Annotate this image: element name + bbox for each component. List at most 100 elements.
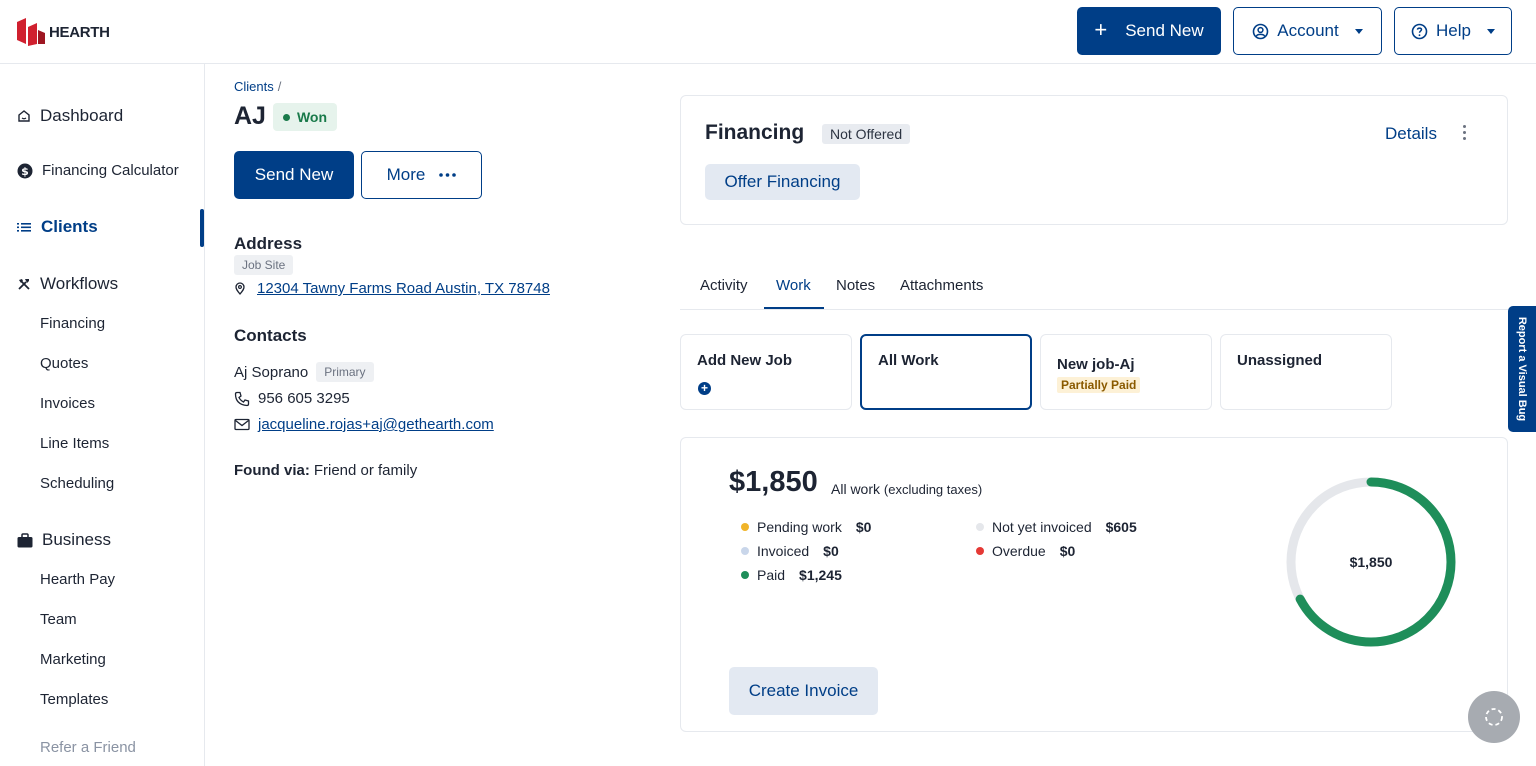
legend-label: Not yet invoiced	[992, 519, 1092, 535]
screenshot-fab[interactable]	[1468, 691, 1520, 743]
financing-card: Financing Not Offered Details Offer Fina…	[680, 95, 1508, 225]
sidebar-item-dashboard[interactable]: Dashboard	[17, 106, 123, 126]
tab-attachments[interactable]: Attachments	[900, 277, 983, 294]
create-invoice-button[interactable]: Create Invoice	[729, 667, 878, 715]
sidebar-item-hearth-pay[interactable]: Hearth Pay	[40, 571, 115, 588]
chevron-down-icon	[1486, 28, 1495, 34]
active-tab-underline	[764, 307, 824, 309]
unassigned-card[interactable]: Unassigned	[1220, 334, 1392, 410]
more-button-label: More	[386, 165, 426, 184]
sidebar-item-label: Dashboard	[40, 106, 124, 125]
offer-financing-button[interactable]: Offer Financing	[705, 164, 860, 200]
legend-value: $0	[1059, 543, 1076, 559]
job-card[interactable]: New job-Aj Partially Paid	[1040, 334, 1212, 410]
financing-title: Financing	[705, 121, 805, 144]
sidebar-item-team[interactable]: Team	[40, 611, 77, 628]
legend-pending-work: Pending work $0	[741, 519, 871, 535]
total-label-text: All work	[831, 481, 881, 497]
list-icon	[17, 223, 31, 232]
account-label: Account	[1277, 21, 1339, 40]
sidebar-item-label: Clients	[41, 217, 98, 236]
help-button[interactable]: Help	[1394, 7, 1512, 55]
sidebar-item-label: Financing	[40, 315, 106, 332]
more-horizontal-icon	[439, 173, 457, 177]
send-new-top-button[interactable]: + Send New	[1077, 7, 1221, 55]
account-button[interactable]: Account	[1233, 7, 1382, 55]
report-bug-tab[interactable]: Report a Visual Bug	[1508, 306, 1536, 432]
legend-value: $0	[823, 543, 839, 559]
address-link[interactable]: 12304 Tawny Farms Road Austin, TX 78748	[257, 280, 550, 297]
financing-details-link[interactable]: Details	[1385, 124, 1437, 144]
sidebar-item-invoices[interactable]: Invoices	[40, 395, 95, 412]
sidebar-item-quotes[interactable]: Quotes	[40, 355, 88, 372]
legend-value: $1,245	[799, 567, 842, 583]
sidebar-section-business[interactable]: Business	[17, 530, 111, 550]
sidebar: Dashboard $ Financing Calculator Clients…	[0, 64, 205, 766]
sidebar-item-clients[interactable]: Clients	[17, 217, 98, 237]
send-new-button[interactable]: Send New	[234, 151, 354, 199]
work-donut-chart: $1,850	[1286, 477, 1456, 647]
legend-dot-icon	[741, 547, 749, 555]
legend-value: $605	[1105, 519, 1137, 535]
home-icon	[18, 110, 30, 122]
svg-text:$: $	[21, 165, 29, 178]
sidebar-section-label: Workflows	[40, 274, 119, 293]
sidebar-item-templates[interactable]: Templates	[40, 691, 108, 708]
job-status-badge: Partially Paid	[1057, 377, 1141, 393]
job-card-title: All Work	[878, 352, 939, 369]
total-label: All work (excluding taxes)	[831, 481, 982, 497]
donut-center-value: $1,850	[1350, 554, 1393, 570]
phone-number[interactable]: 956 605 3295	[258, 390, 350, 407]
sidebar-item-financing-calculator[interactable]: $ Financing Calculator	[17, 162, 179, 179]
legend-value: $0	[855, 519, 872, 535]
found-via-value: Friend or family	[313, 462, 418, 479]
breadcrumb: Clients /	[234, 79, 281, 94]
sidebar-item-label: Marketing	[40, 651, 106, 668]
send-new-top-label: Send New	[1125, 21, 1204, 40]
help-circle-icon	[1411, 23, 1428, 39]
sidebar-item-financing[interactable]: Financing	[40, 315, 105, 332]
breadcrumb-separator: /	[277, 79, 282, 94]
tab-work[interactable]: Work	[776, 277, 811, 294]
contacts-heading: Contacts	[234, 326, 307, 345]
financing-status-badge: Not Offered	[822, 124, 911, 144]
sidebar-item-scheduling[interactable]: Scheduling	[40, 475, 114, 492]
top-bar: HEARTH + Send New Account Help	[0, 0, 1536, 64]
client-tabs: Activity Work Notes Attachments	[680, 265, 1508, 310]
legend-label: Paid	[757, 567, 786, 583]
sidebar-item-label: Line Items	[40, 435, 110, 452]
plus-icon: +	[1094, 16, 1108, 42]
job-card-title: Add New Job	[697, 352, 793, 369]
sidebar-item-label: Financing Calculator	[42, 162, 179, 179]
found-via-label: Found via:	[234, 462, 310, 479]
hearth-logo[interactable]: HEARTH	[17, 18, 110, 46]
email-line: jacqueline.rojas+aj@gethearth.com	[234, 416, 494, 433]
tab-notes[interactable]: Notes	[836, 277, 875, 294]
tools-icon	[18, 279, 30, 290]
sidebar-section-workflows[interactable]: Workflows	[17, 274, 118, 294]
all-work-card[interactable]: All Work	[860, 334, 1032, 410]
sidebar-item-marketing[interactable]: Marketing	[40, 651, 106, 668]
legend-label: Invoiced	[757, 543, 810, 559]
help-label: Help	[1436, 21, 1471, 40]
sidebar-item-label: Invoices	[40, 395, 96, 412]
sidebar-item-label: Quotes	[40, 355, 89, 372]
phone-icon	[234, 391, 250, 406]
legend-invoiced: Invoiced $0	[741, 543, 839, 559]
hearth-logo-icon	[17, 18, 45, 46]
total-label-note: (excluding taxes)	[883, 482, 983, 497]
status-dot-icon	[282, 113, 290, 121]
legend-label: Overdue	[992, 543, 1046, 559]
email-link[interactable]: jacqueline.rojas+aj@gethearth.com	[258, 416, 494, 433]
sidebar-item-refer-a-friend[interactable]: Refer a Friend	[40, 739, 136, 756]
more-vertical-icon[interactable]	[1463, 125, 1467, 140]
tab-activity[interactable]: Activity	[700, 277, 748, 294]
breadcrumb-clients-link[interactable]: Clients	[234, 79, 274, 94]
user-circle-icon	[1252, 23, 1269, 39]
more-button[interactable]: More	[361, 151, 482, 199]
page-title: AJ	[234, 102, 266, 130]
sidebar-item-line-items[interactable]: Line Items	[40, 435, 109, 452]
address-line: 12304 Tawny Farms Road Austin, TX 78748	[234, 280, 550, 297]
status-badge-label: Won	[296, 109, 328, 125]
add-new-job-card[interactable]: Add New Job +	[680, 334, 852, 410]
